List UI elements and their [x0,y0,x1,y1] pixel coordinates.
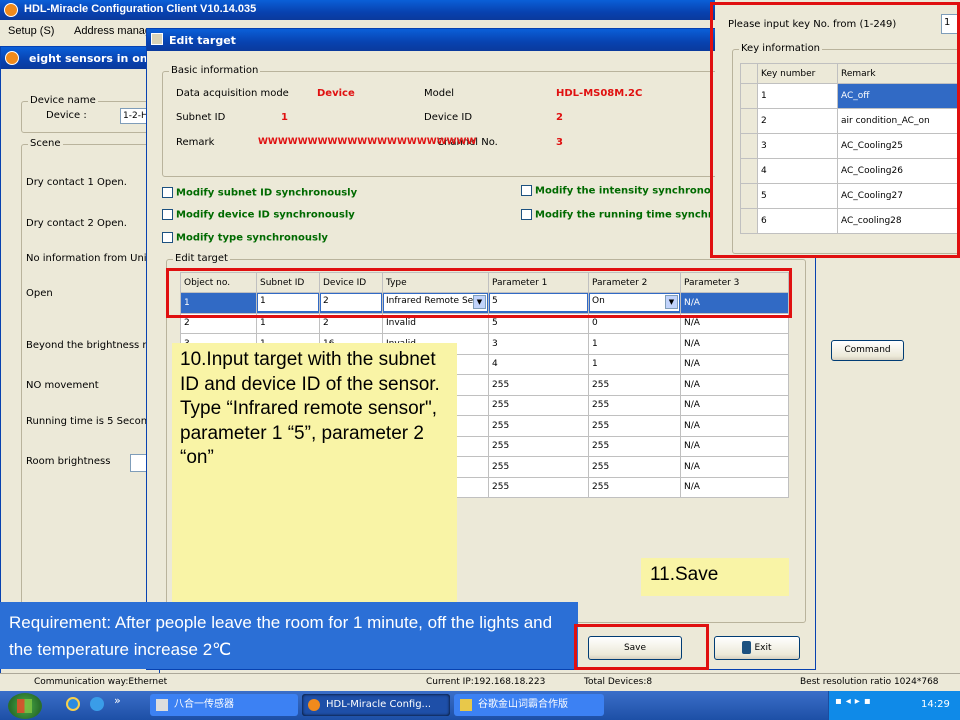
scene-item-no-movement[interactable]: NO movement [26,380,99,391]
model-value: HDL-MS08M.2C [556,88,643,99]
highlight-target-row [166,268,792,318]
cell[interactable]: 255 [588,476,681,498]
cell[interactable]: 255 [588,435,681,457]
scene-item-open[interactable]: Open [26,288,53,299]
checkbox-modify-running-time[interactable]: Modify the running time synchronously [521,209,713,221]
ie-icon[interactable] [66,697,80,711]
cell[interactable]: 1 [588,353,681,375]
checkbox-modify-type[interactable]: Modify type synchronously [162,232,328,244]
sensor-window-icon [5,51,19,65]
basic-info-group: Basic information [162,65,722,177]
acq-mode-value: Device [317,88,355,99]
checkbox-modify-intensity[interactable]: Modify the intensity synchronously [521,185,713,197]
taskbar-item-hdl[interactable]: HDL-Miracle Config... [302,694,450,716]
window-icon [156,699,168,711]
scene-item-dry-contact-2[interactable]: Dry contact 2 Open. [26,218,127,229]
exit-button[interactable]: Exit [714,636,800,660]
tray-icons[interactable]: ▪◂▸▪ [835,696,905,712]
acq-mode-label: Data acquisition mode [176,88,289,99]
cell[interactable]: 255 [588,456,681,478]
checkbox-modify-subnet[interactable]: Modify subnet ID synchronously [162,187,357,199]
cell[interactable]: 1 [588,333,681,355]
cell[interactable]: 255 [488,394,589,416]
menu-bar: Setup (S) Address manage [0,20,160,42]
cell[interactable]: 255 [588,394,681,416]
scene-item-universal[interactable]: No information from Univer [26,253,147,264]
scene-item-room-brightness[interactable]: Room brightness [26,456,110,467]
command-button[interactable]: Command [831,340,904,361]
cell[interactable]: N/A [680,415,789,437]
subnet-id-label: Subnet ID [176,112,226,123]
app-icon [308,699,320,711]
app-icon [4,3,18,17]
device-id-value: 2 [556,112,563,123]
annotation-step10: 10.Input target with the subnet ID and d… [172,343,457,605]
cell[interactable]: N/A [680,374,789,396]
browser-icon[interactable] [90,697,104,711]
cell[interactable]: N/A [680,476,789,498]
windows-logo-icon [17,699,32,713]
checkbox-box[interactable] [162,232,173,243]
menu-setup[interactable]: Setup (S) [8,25,54,37]
cell[interactable]: 255 [488,374,589,396]
status-bar: Communication way:Ethernet Current IP:19… [0,673,960,691]
cell[interactable]: N/A [680,435,789,457]
device-group: Device name Device : 1-2-H [21,95,162,133]
remark-label: Remark [176,137,215,148]
highlight-key-panel [710,2,960,258]
subnet-id-value: 1 [281,112,288,123]
cell[interactable]: 4 [488,353,589,375]
status-communication: Communication way:Ethernet [34,677,168,687]
sensor-window-title: eight sensors in one [29,52,156,65]
sensor-window: eight sensors in one Device name Device … [0,46,162,674]
dictionary-icon [460,699,472,711]
sensor-window-title-bar: eight sensors in one [1,47,159,69]
taskbar-item-sensor[interactable]: 八合一传感器 [150,694,298,716]
channel-no-value: 3 [556,137,563,148]
edit-target-title: Edit target [169,34,236,47]
clock: 14:29 [921,699,950,710]
checkbox-box[interactable] [521,209,532,220]
cell[interactable]: 255 [588,374,681,396]
cell[interactable]: N/A [680,353,789,375]
start-button[interactable] [8,693,42,719]
cell[interactable]: N/A [680,333,789,355]
quicklaunch-more-icon[interactable]: » [114,694,121,707]
cell[interactable]: 255 [588,415,681,437]
cell[interactable]: N/A [680,394,789,416]
menu-address-manage[interactable]: Address manage [74,25,157,37]
device-id-label: Device ID [424,112,473,123]
taskbar-item-dictionary[interactable]: 谷歌金山词霸合作版 [454,694,604,716]
main-window-title: HDL-Miracle Configuration Client V10.14.… [24,3,257,15]
requirement-banner: Requirement: After people leave the room… [0,602,578,669]
exit-icon [742,641,752,654]
scene-item-running-time[interactable]: Running time is 5 Seconds [26,416,147,427]
model-label: Model [424,88,455,99]
annotation-step11: 11.Save [641,558,789,596]
checkbox-box[interactable] [162,209,173,220]
cell[interactable]: 255 [488,456,589,478]
cell[interactable]: 255 [488,415,589,437]
edit-target-icon [151,33,163,45]
cell[interactable]: 3 [488,333,589,355]
cell[interactable]: 255 [488,476,589,498]
cell[interactable]: 255 [488,435,589,457]
checkbox-box[interactable] [162,187,173,198]
status-resolution: Best resolution ratio 1024*768 [800,677,939,687]
status-total-devices: Total Devices:8 [584,677,653,687]
scene-item-brightness-range[interactable]: Beyond the brightness rang [26,340,147,351]
checkbox-modify-device[interactable]: Modify device ID synchronously [162,209,355,221]
highlight-save [574,624,709,670]
cell[interactable]: N/A [680,456,789,478]
remark-value: WWWWWWWWWWWWWWWWWWWWWW [258,137,477,147]
scene-item-dry-contact-1[interactable]: Dry contact 1 Open. [26,177,127,188]
device-label: Device : [46,110,87,121]
status-ip: Current IP:192.168.18.223 [426,677,546,687]
system-tray: ▪◂▸▪ 14:29 [828,691,960,720]
checkbox-box[interactable] [521,185,532,196]
